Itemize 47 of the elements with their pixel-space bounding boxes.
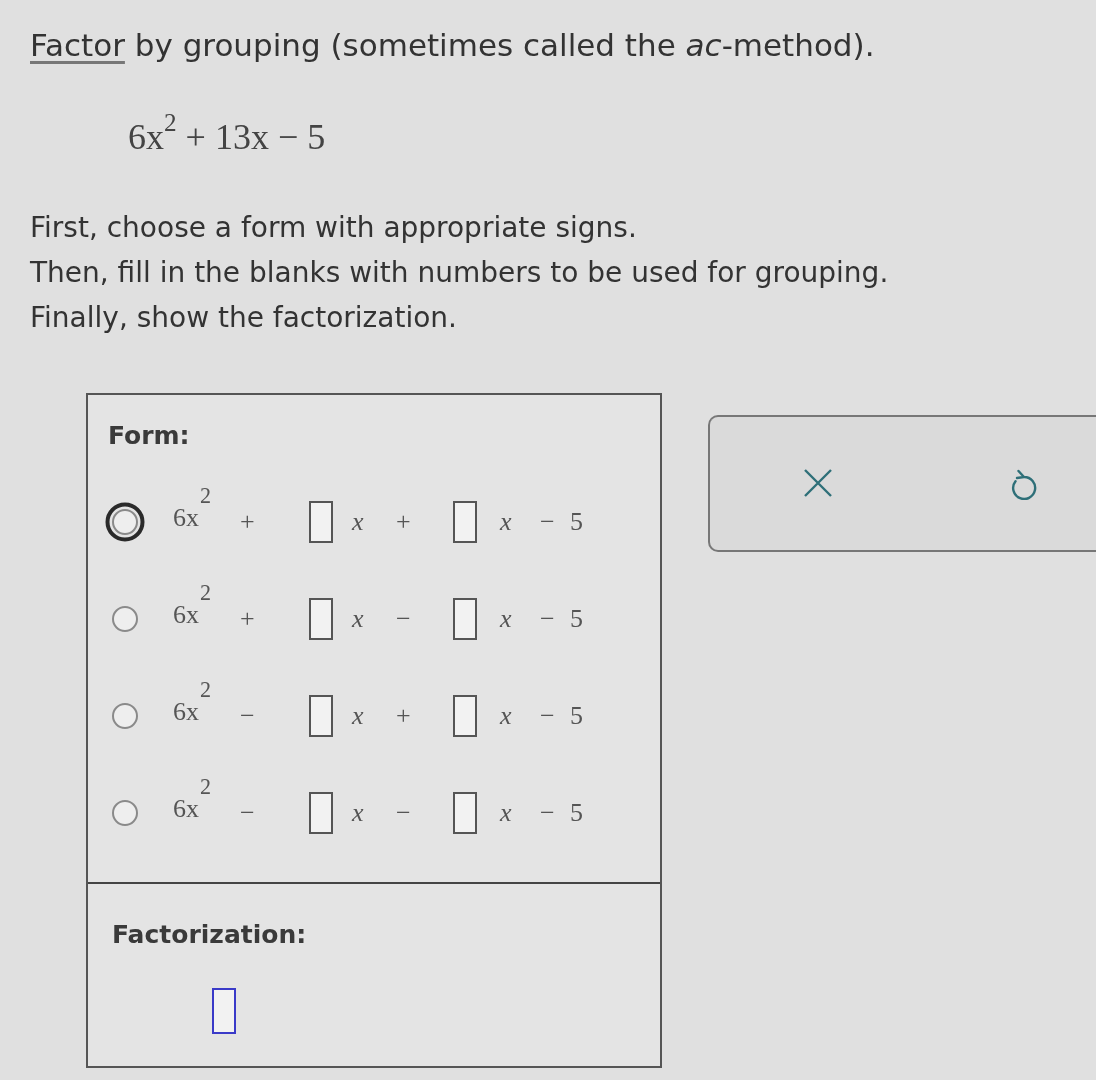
operator-sign: − xyxy=(396,604,411,635)
factorization-label: Factorization: xyxy=(112,919,307,950)
answer-box[interactable] xyxy=(212,987,236,1034)
constant-term: 5 xyxy=(570,701,583,732)
answer-box[interactable] xyxy=(309,695,333,738)
variable: x xyxy=(352,701,364,732)
instruction-text: Then, fill in the blanks with numbers to be used for grouping. xyxy=(30,254,890,291)
operator-sign: − xyxy=(396,798,411,829)
answer-box[interactable] xyxy=(309,501,333,544)
radio-button[interactable] xyxy=(105,502,145,543)
form-label: Form: xyxy=(108,420,190,451)
variable: x xyxy=(352,798,364,829)
variable: x xyxy=(352,604,364,635)
constant-term: 5 xyxy=(570,798,583,829)
operator-sign: − xyxy=(540,798,555,829)
instruction-text: Finally, show the factorization. xyxy=(30,299,458,336)
variable: x xyxy=(352,507,364,538)
operator-sign: − xyxy=(540,701,555,732)
problem-title: Factor by grouping (sometimes called the ac-method). xyxy=(30,26,876,65)
instruction-text: First, choose a form with appropriate signs. xyxy=(30,209,638,246)
answer-box[interactable] xyxy=(453,792,477,835)
radio-button[interactable] xyxy=(112,606,138,633)
operator-sign: − xyxy=(540,507,555,538)
constant-term: 5 xyxy=(570,507,583,538)
operator-sign: − xyxy=(240,701,255,732)
factor-link[interactable]: Factor xyxy=(30,27,125,63)
answer-box[interactable] xyxy=(453,695,477,738)
operator-sign: + xyxy=(396,701,411,732)
operator-sign: + xyxy=(240,507,255,538)
answer-box[interactable] xyxy=(453,598,477,641)
answer-box[interactable] xyxy=(309,792,333,835)
variable: x xyxy=(500,604,512,635)
operator-sign: + xyxy=(396,507,411,538)
operator-sign: + xyxy=(240,604,255,635)
operator-sign: − xyxy=(540,604,555,635)
clear-button[interactable] xyxy=(803,468,833,499)
close-icon xyxy=(803,468,833,499)
radio-button[interactable] xyxy=(112,800,138,827)
variable: x xyxy=(500,507,512,538)
answer-box[interactable] xyxy=(309,598,333,641)
operator-sign: − xyxy=(240,798,255,829)
answer-box[interactable] xyxy=(453,501,477,544)
polynomial-expression: 6x$^{2}$ + 13x − 5 xyxy=(128,110,326,159)
variable: x xyxy=(500,798,512,829)
radio-button[interactable] xyxy=(112,703,138,730)
constant-term: 5 xyxy=(570,604,583,635)
variable: x xyxy=(500,701,512,732)
